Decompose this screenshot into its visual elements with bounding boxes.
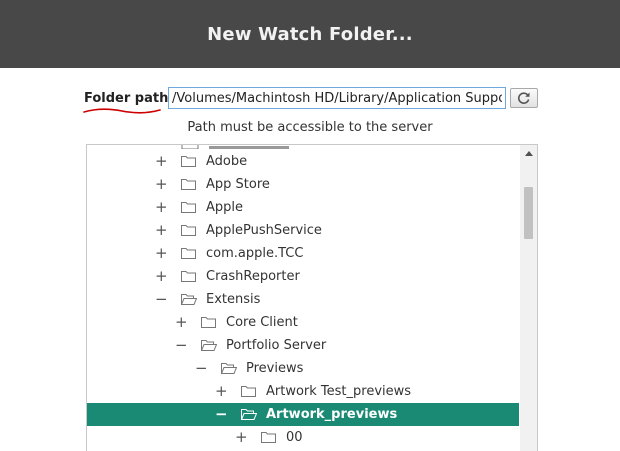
tree-row-label[interactable]: Extensis <box>206 292 260 307</box>
folder-path-input[interactable] <box>168 87 506 109</box>
folder-open-icon <box>241 409 257 420</box>
folder-icon <box>201 317 216 328</box>
folder-icon <box>181 248 196 259</box>
cut-off-row-fragment <box>181 145 289 149</box>
folder-open-icon <box>201 340 217 351</box>
collapse-toggle[interactable]: − <box>215 406 228 422</box>
folder-icon <box>181 179 196 190</box>
folder-icon <box>181 271 196 282</box>
expand-toggle[interactable]: + <box>155 222 168 238</box>
tree-row-label[interactable]: Previews <box>246 361 303 376</box>
tree-row-label[interactable]: Apple <box>206 200 243 215</box>
expand-toggle[interactable]: + <box>235 429 248 445</box>
tree-row[interactable]: − Portfolio Server <box>87 334 519 357</box>
folder-open-icon <box>181 294 197 305</box>
tree-row-label[interactable]: CrashReporter <box>206 269 300 284</box>
tree-row-label[interactable]: 00 <box>286 430 303 445</box>
tree-row[interactable]: + CrashReporter <box>87 265 519 288</box>
tree-row-label[interactable]: Artwork_previews <box>266 407 397 422</box>
folder-tree[interactable]: + Adobe + App Store + Apple + ApplePushService +… <box>86 144 538 451</box>
tree-row[interactable]: − Artwork_previews <box>87 403 519 426</box>
tree-row[interactable]: + Core Client <box>87 311 519 334</box>
tree-row[interactable]: + Artwork Test_previews <box>87 380 519 403</box>
collapse-toggle[interactable]: − <box>155 291 168 307</box>
tree-row[interactable]: − Previews <box>87 357 519 380</box>
folder-open-icon <box>221 363 237 374</box>
tree-row[interactable]: + ApplePushService <box>87 219 519 242</box>
folder-path-underline <box>83 108 161 114</box>
folder-icon <box>181 225 196 236</box>
scroll-up-arrow-icon <box>524 151 533 156</box>
folder-icon <box>181 156 196 167</box>
folder-icon <box>261 432 276 443</box>
collapse-toggle[interactable]: − <box>195 360 208 376</box>
tree-row-label[interactable]: Core Client <box>226 315 298 330</box>
tree-row-cut-off <box>87 145 519 149</box>
expand-toggle[interactable]: + <box>155 199 168 215</box>
folder-path-row: Folder path <box>0 86 620 114</box>
dialog-title: New Watch Folder... <box>207 23 413 45</box>
folder-icon <box>241 386 256 397</box>
scroll-thumb[interactable] <box>524 187 533 239</box>
expand-toggle[interactable]: + <box>155 176 168 192</box>
tree-row[interactable]: +00 <box>87 426 519 449</box>
tree-row-label[interactable]: ApplePushService <box>206 223 322 238</box>
folder-path-label: Folder path <box>84 91 169 106</box>
expand-toggle[interactable]: + <box>215 383 228 399</box>
tree-scrollbar[interactable] <box>520 145 537 451</box>
expand-toggle[interactable]: + <box>155 245 168 261</box>
tree-row-label[interactable]: Adobe <box>206 154 247 169</box>
tree-row-label[interactable]: Artwork Test_previews <box>266 384 411 399</box>
tree-row-label[interactable]: Portfolio Server <box>226 338 326 353</box>
scroll-up-button[interactable] <box>520 145 537 162</box>
dialog-header: New Watch Folder... <box>0 0 620 68</box>
refresh-icon <box>517 92 530 104</box>
collapse-toggle[interactable]: − <box>175 337 188 353</box>
expand-toggle[interactable]: + <box>155 153 168 169</box>
refresh-button[interactable] <box>510 88 538 108</box>
tree-row[interactable]: + Adobe <box>87 150 519 173</box>
folder-icon <box>181 202 196 213</box>
tree-row[interactable]: + App Store <box>87 173 519 196</box>
tree-row[interactable]: + com.apple.TCC <box>87 242 519 265</box>
path-hint: Path must be accessible to the server <box>187 120 433 135</box>
tree-row-label[interactable]: com.apple.TCC <box>206 246 303 261</box>
expand-toggle[interactable]: + <box>155 268 168 284</box>
tree-row-label[interactable]: App Store <box>206 177 270 192</box>
tree-row[interactable]: + Apple <box>87 196 519 219</box>
tree-row[interactable]: − Extensis <box>87 288 519 311</box>
expand-toggle[interactable]: + <box>175 314 188 330</box>
